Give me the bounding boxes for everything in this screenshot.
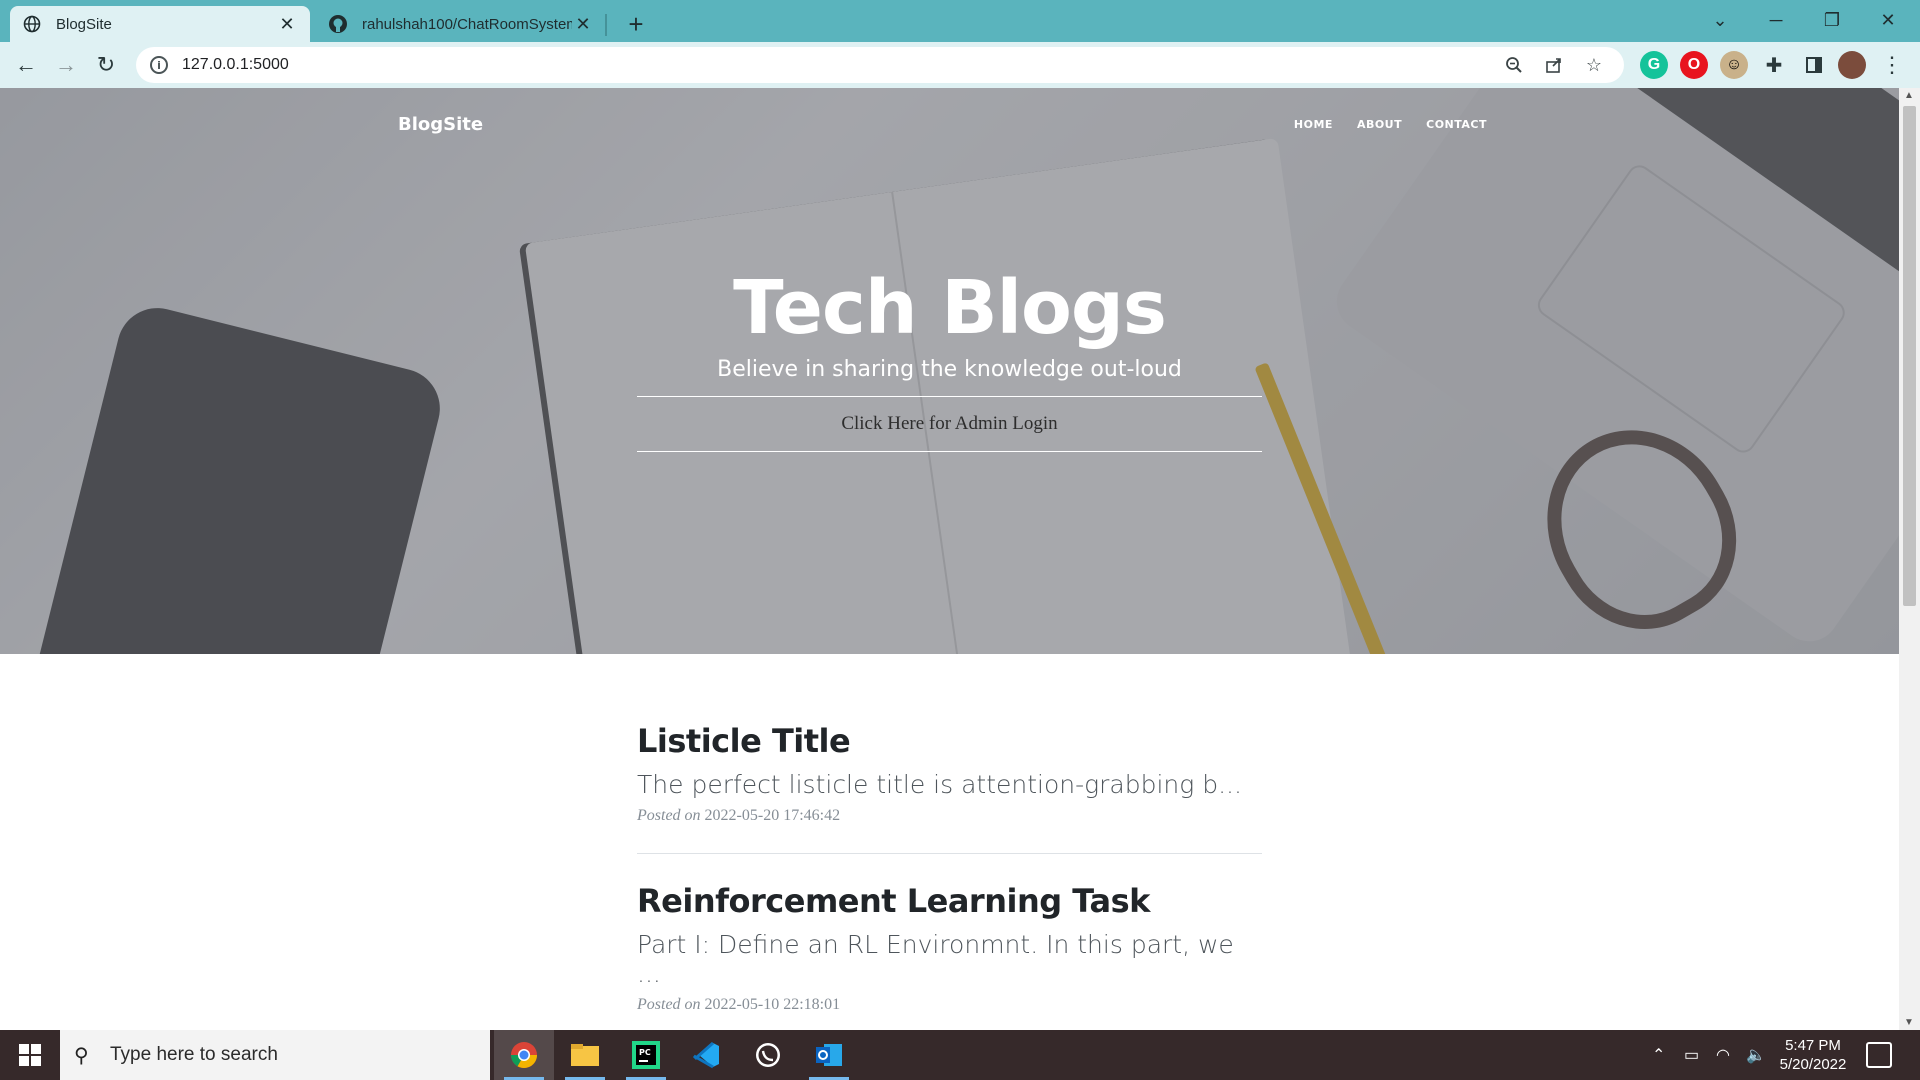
post-title[interactable]: Reinforcement Learning Task [637, 882, 1262, 920]
close-tab-icon[interactable]: ✕ [572, 13, 594, 35]
site-brand[interactable]: BlogSite [398, 114, 483, 135]
file-explorer-icon[interactable] [555, 1030, 615, 1080]
post-meta: Posted on 2022-05-10 22:18:01 [637, 996, 1262, 1014]
tab-label: BlogSite [56, 15, 112, 33]
post-meta-prefix: Posted on [637, 807, 701, 824]
site-info-icon[interactable]: i [150, 56, 168, 74]
reload-button[interactable]: ↻ [90, 49, 122, 81]
windows-logo-icon [19, 1044, 41, 1066]
scroll-up-arrow[interactable]: ▲ [1904, 90, 1914, 101]
taskbar-clock[interactable]: 5:47 PM 5/20/2022 [1768, 1036, 1858, 1074]
opera-icon[interactable]: O [1680, 51, 1708, 79]
post-excerpt[interactable]: The perfect listicle title is attention-… [637, 770, 1262, 799]
post-divider [637, 853, 1262, 854]
menu-kebab-icon[interactable]: ⋮ [1878, 51, 1906, 79]
clock-time: 5:47 PM [1785, 1037, 1841, 1054]
post-meta-prefix: Posted on [637, 996, 701, 1013]
extensions-puzzle-icon[interactable]: ✚ [1760, 51, 1788, 79]
scroll-down-arrow[interactable]: ▼ [1904, 1017, 1914, 1028]
clock-date: 5/20/2022 [1779, 1056, 1847, 1073]
volume-icon[interactable]: 🔈 [1746, 1030, 1766, 1080]
post-title[interactable]: Listicle Title [637, 722, 1262, 760]
taskbar-search[interactable]: ⚲ Type here to search [60, 1030, 490, 1080]
svg-text:PC: PC [639, 1048, 651, 1057]
tab-search-icon[interactable]: ⌄ [1692, 0, 1748, 40]
github-icon [328, 14, 348, 34]
web-page: BlogSite HOME ABOUT CONTACT Tech Blogs B… [0, 88, 1899, 1030]
post-excerpt[interactable]: Part I: Define an RL Environmnt. In this… [637, 930, 1262, 988]
page-scrollbar[interactable]: ▲ ▼ [1899, 88, 1920, 1030]
taskbar: ⚲ Type here to search PC ⌃ ▭ ◠ 🔈 5:47 PM… [0, 1030, 1920, 1080]
post-meta: Posted on 2022-05-20 17:46:42 [637, 807, 1262, 825]
close-tab-icon[interactable]: ✕ [276, 13, 298, 35]
wifi-icon[interactable]: ◠ [1716, 1030, 1730, 1080]
restore-button[interactable]: ❐ [1804, 0, 1860, 40]
battery-icon[interactable]: ▭ [1684, 1030, 1699, 1080]
address-bar[interactable]: i 127.0.0.1:5000 ☆ [136, 47, 1624, 83]
page-subtitle: Believe in sharing the knowledge out-lou… [717, 357, 1182, 383]
extension-avatar-icon[interactable]: ☺ [1720, 51, 1748, 79]
outlook-icon[interactable] [799, 1030, 859, 1080]
forward-button[interactable]: → [50, 49, 82, 81]
admin-login-link[interactable]: Click Here for Admin Login [637, 397, 1262, 451]
browser-toolbar: ← → ↻ i 127.0.0.1:5000 ☆ G O ☺ ✚ ⋮ [0, 42, 1920, 88]
nav-links: HOME ABOUT CONTACT [1294, 118, 1487, 131]
page-title: Tech Blogs [733, 265, 1167, 351]
bookmark-star-icon[interactable]: ☆ [1578, 49, 1610, 81]
pycharm-icon[interactable]: PC [616, 1030, 676, 1080]
nav-about[interactable]: ABOUT [1357, 118, 1402, 131]
address-url: 127.0.0.1:5000 [182, 56, 289, 73]
nav-home[interactable]: HOME [1294, 118, 1333, 131]
grammarly-icon[interactable]: G [1640, 51, 1668, 79]
tab-strip: BlogSite ✕ rahulshah100/ChatRoomSystem: … [0, 0, 1920, 42]
start-button[interactable] [0, 1030, 60, 1080]
site-navbar: BlogSite HOME ABOUT CONTACT [0, 88, 1899, 160]
tab-label: rahulshah100/ChatRoomSystem: [362, 15, 572, 33]
zoom-icon[interactable] [1498, 49, 1530, 81]
hero-header: BlogSite HOME ABOUT CONTACT Tech Blogs B… [0, 88, 1899, 654]
post-preview: Listicle Title The perfect listicle titl… [637, 722, 1262, 825]
nav-contact[interactable]: CONTACT [1426, 118, 1487, 131]
divider [637, 451, 1262, 453]
whatsapp-icon[interactable] [738, 1030, 798, 1080]
scrollbar-thumb[interactable] [1903, 106, 1916, 606]
profile-avatar[interactable] [1838, 51, 1866, 79]
post-date: 2022-05-10 22:18:01 [704, 996, 841, 1013]
tray-chevron-icon[interactable]: ⌃ [1652, 1030, 1665, 1080]
vscode-icon[interactable] [677, 1030, 737, 1080]
post-date: 2022-05-20 17:46:42 [704, 807, 841, 824]
post-list: Listicle Title The perfect listicle titl… [637, 722, 1262, 1014]
chrome-icon[interactable] [494, 1030, 554, 1080]
search-icon: ⚲ [74, 1044, 89, 1067]
share-icon[interactable] [1538, 49, 1570, 81]
minimize-button[interactable]: ─ [1748, 0, 1804, 40]
post-preview: Reinforcement Learning Task Part I: Defi… [637, 882, 1262, 1014]
side-panel-icon[interactable] [1800, 51, 1828, 79]
tab-blogsite[interactable]: BlogSite ✕ [10, 6, 310, 42]
notifications-icon[interactable] [1866, 1042, 1892, 1068]
hero-heading: Tech Blogs Believe in sharing the knowle… [637, 265, 1262, 453]
globe-icon [22, 14, 42, 34]
search-placeholder: Type here to search [110, 1044, 278, 1065]
close-window-button[interactable]: ✕ [1860, 0, 1916, 40]
new-tab-button[interactable]: + [620, 8, 652, 40]
browser-chrome: BlogSite ✕ rahulshah100/ChatRoomSystem: … [0, 0, 1920, 88]
tab-github[interactable]: rahulshah100/ChatRoomSystem: ✕ [316, 6, 606, 42]
back-button[interactable]: ← [10, 49, 42, 81]
tab-separator [605, 14, 607, 36]
